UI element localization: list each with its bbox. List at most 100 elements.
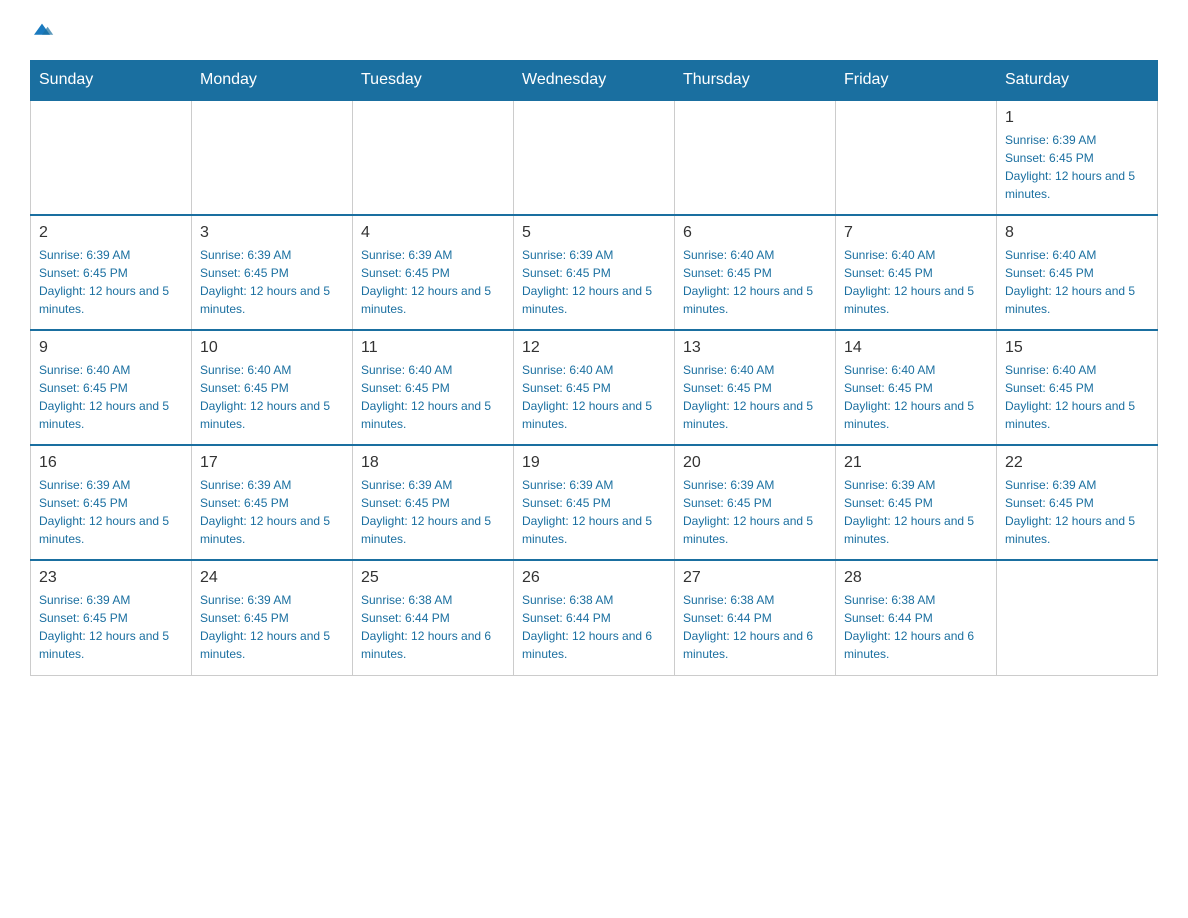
day-number: 11 <box>361 339 505 357</box>
day-info: Sunrise: 6:39 AM Sunset: 6:45 PM Dayligh… <box>361 246 505 318</box>
day-of-week-header: Saturday <box>997 61 1158 101</box>
calendar-cell <box>353 100 514 215</box>
calendar-cell: 3 Sunrise: 6:39 AM Sunset: 6:45 PM Daylig… <box>192 215 353 330</box>
calendar-cell: 6 Sunrise: 6:40 AM Sunset: 6:45 PM Daylig… <box>675 215 836 330</box>
day-info: Sunrise: 6:39 AM Sunset: 6:45 PM Dayligh… <box>361 476 505 548</box>
day-info: Sunrise: 6:39 AM Sunset: 6:45 PM Dayligh… <box>200 246 344 318</box>
calendar-cell <box>675 100 836 215</box>
day-info: Sunrise: 6:40 AM Sunset: 6:45 PM Dayligh… <box>1005 246 1149 318</box>
day-info: Sunrise: 6:39 AM Sunset: 6:45 PM Dayligh… <box>1005 131 1149 203</box>
day-number: 25 <box>361 569 505 587</box>
calendar-cell: 21Sunrise: 6:39 AM Sunset: 6:45 PM Dayli… <box>836 445 997 560</box>
day-info: Sunrise: 6:40 AM Sunset: 6:45 PM Dayligh… <box>844 246 988 318</box>
day-number: 27 <box>683 569 827 587</box>
day-info: Sunrise: 6:40 AM Sunset: 6:45 PM Dayligh… <box>683 246 827 318</box>
calendar-week-row: 1 Sunrise: 6:39 AM Sunset: 6:45 PM Daylig… <box>31 100 1158 215</box>
day-number: 16 <box>39 454 183 472</box>
day-number: 12 <box>522 339 666 357</box>
day-number: 9 <box>39 339 183 357</box>
calendar-table: SundayMondayTuesdayWednesdayThursdayFrid… <box>30 60 1158 676</box>
day-info: Sunrise: 6:40 AM Sunset: 6:45 PM Dayligh… <box>1005 361 1149 433</box>
day-number: 22 <box>1005 454 1149 472</box>
day-number: 3 <box>200 224 344 242</box>
calendar-cell: 22 Sunrise: 6:39 AM Sunset: 6:45 PM Dayli… <box>997 445 1158 560</box>
calendar-cell: 28 Sunrise: 6:38 AM Sunset: 6:44 PM Dayli… <box>836 560 997 675</box>
day-number: 18 <box>361 454 505 472</box>
calendar-cell: 17 Sunrise: 6:39 AM Sunset: 6:45 PM Dayli… <box>192 445 353 560</box>
day-number: 15 <box>1005 339 1149 357</box>
day-number: 23 <box>39 569 183 587</box>
day-info: Sunrise: 6:38 AM Sunset: 6:44 PM Dayligh… <box>683 591 827 663</box>
calendar-cell: 15 Sunrise: 6:40 AM Sunset: 6:45 PM Dayli… <box>997 330 1158 445</box>
calendar-cell: 24 Sunrise: 6:39 AM Sunset: 6:45 PM Dayli… <box>192 560 353 675</box>
day-info: Sunrise: 6:40 AM Sunset: 6:45 PM Dayligh… <box>683 361 827 433</box>
day-info: Sunrise: 6:38 AM Sunset: 6:44 PM Dayligh… <box>844 591 988 663</box>
day-number: 5 <box>522 224 666 242</box>
calendar-cell: 20 Sunrise: 6:39 AM Sunset: 6:45 PM Dayli… <box>675 445 836 560</box>
day-number: 6 <box>683 224 827 242</box>
calendar-week-row: 2 Sunrise: 6:39 AM Sunset: 6:45 PM Daylig… <box>31 215 1158 330</box>
calendar-week-row: 16 Sunrise: 6:39 AM Sunset: 6:45 PM Dayli… <box>31 445 1158 560</box>
day-number: 2 <box>39 224 183 242</box>
calendar-cell: 9 Sunrise: 6:40 AM Sunset: 6:45 PM Daylig… <box>31 330 192 445</box>
day-info: Sunrise: 6:39 AM Sunset: 6:45 PM Dayligh… <box>1005 476 1149 548</box>
day-number: 26 <box>522 569 666 587</box>
day-number: 7 <box>844 224 988 242</box>
day-number: 13 <box>683 339 827 357</box>
day-info: Sunrise: 6:39 AM Sunset: 6:45 PM Dayligh… <box>200 591 344 663</box>
calendar-cell: 14Sunrise: 6:40 AM Sunset: 6:45 PM Dayli… <box>836 330 997 445</box>
day-info: Sunrise: 6:40 AM Sunset: 6:45 PM Dayligh… <box>39 361 183 433</box>
day-number: 8 <box>1005 224 1149 242</box>
calendar-cell: 5 Sunrise: 6:39 AM Sunset: 6:45 PM Daylig… <box>514 215 675 330</box>
day-of-week-header: Thursday <box>675 61 836 101</box>
calendar-cell <box>836 100 997 215</box>
calendar-cell <box>192 100 353 215</box>
calendar-cell: 7 Sunrise: 6:40 AM Sunset: 6:45 PM Daylig… <box>836 215 997 330</box>
day-of-week-header: Sunday <box>31 61 192 101</box>
day-number: 28 <box>844 569 988 587</box>
calendar-cell: 8 Sunrise: 6:40 AM Sunset: 6:45 PM Daylig… <box>997 215 1158 330</box>
day-number: 24 <box>200 569 344 587</box>
calendar-cell: 4 Sunrise: 6:39 AM Sunset: 6:45 PM Daylig… <box>353 215 514 330</box>
day-number: 20 <box>683 454 827 472</box>
calendar-cell: 25 Sunrise: 6:38 AM Sunset: 6:44 PM Dayli… <box>353 560 514 675</box>
day-of-week-header: Tuesday <box>353 61 514 101</box>
calendar-cell <box>31 100 192 215</box>
day-info: Sunrise: 6:39 AM Sunset: 6:45 PM Dayligh… <box>522 246 666 318</box>
day-of-week-header: Friday <box>836 61 997 101</box>
day-number: 19 <box>522 454 666 472</box>
calendar-cell: 27 Sunrise: 6:38 AM Sunset: 6:44 PM Dayli… <box>675 560 836 675</box>
day-info: Sunrise: 6:40 AM Sunset: 6:45 PM Dayligh… <box>844 361 988 433</box>
day-of-week-header: Wednesday <box>514 61 675 101</box>
calendar-header-row: SundayMondayTuesdayWednesdayThursdayFrid… <box>31 61 1158 101</box>
day-number: 10 <box>200 339 344 357</box>
calendar-cell: 26 Sunrise: 6:38 AM Sunset: 6:44 PM Dayli… <box>514 560 675 675</box>
logo <box>30 20 54 40</box>
day-number: 17 <box>200 454 344 472</box>
day-info: Sunrise: 6:40 AM Sunset: 6:45 PM Dayligh… <box>522 361 666 433</box>
calendar-cell <box>997 560 1158 675</box>
calendar-cell: 18 Sunrise: 6:39 AM Sunset: 6:45 PM Dayli… <box>353 445 514 560</box>
day-number: 21 <box>844 454 988 472</box>
day-info: Sunrise: 6:39 AM Sunset: 6:45 PM Dayligh… <box>200 476 344 548</box>
calendar-cell <box>514 100 675 215</box>
calendar-week-row: 9 Sunrise: 6:40 AM Sunset: 6:45 PM Daylig… <box>31 330 1158 445</box>
calendar-week-row: 23 Sunrise: 6:39 AM Sunset: 6:45 PM Dayli… <box>31 560 1158 675</box>
day-info: Sunrise: 6:39 AM Sunset: 6:45 PM Dayligh… <box>683 476 827 548</box>
day-info: Sunrise: 6:39 AM Sunset: 6:45 PM Dayligh… <box>39 476 183 548</box>
day-info: Sunrise: 6:39 AM Sunset: 6:45 PM Dayligh… <box>39 246 183 318</box>
calendar-cell: 10Sunrise: 6:40 AM Sunset: 6:45 PM Dayli… <box>192 330 353 445</box>
logo-icon <box>30 20 54 40</box>
calendar-cell: 19 Sunrise: 6:39 AM Sunset: 6:45 PM Dayli… <box>514 445 675 560</box>
day-number: 4 <box>361 224 505 242</box>
day-info: Sunrise: 6:38 AM Sunset: 6:44 PM Dayligh… <box>361 591 505 663</box>
day-number: 1 <box>1005 109 1149 127</box>
day-info: Sunrise: 6:39 AM Sunset: 6:45 PM Dayligh… <box>39 591 183 663</box>
day-of-week-header: Monday <box>192 61 353 101</box>
day-info: Sunrise: 6:38 AM Sunset: 6:44 PM Dayligh… <box>522 591 666 663</box>
day-info: Sunrise: 6:40 AM Sunset: 6:45 PM Dayligh… <box>361 361 505 433</box>
calendar-cell: 13 Sunrise: 6:40 AM Sunset: 6:45 PM Dayli… <box>675 330 836 445</box>
day-info: Sunrise: 6:39 AM Sunset: 6:45 PM Dayligh… <box>522 476 666 548</box>
calendar-cell: 2 Sunrise: 6:39 AM Sunset: 6:45 PM Daylig… <box>31 215 192 330</box>
calendar-cell: 16 Sunrise: 6:39 AM Sunset: 6:45 PM Dayli… <box>31 445 192 560</box>
